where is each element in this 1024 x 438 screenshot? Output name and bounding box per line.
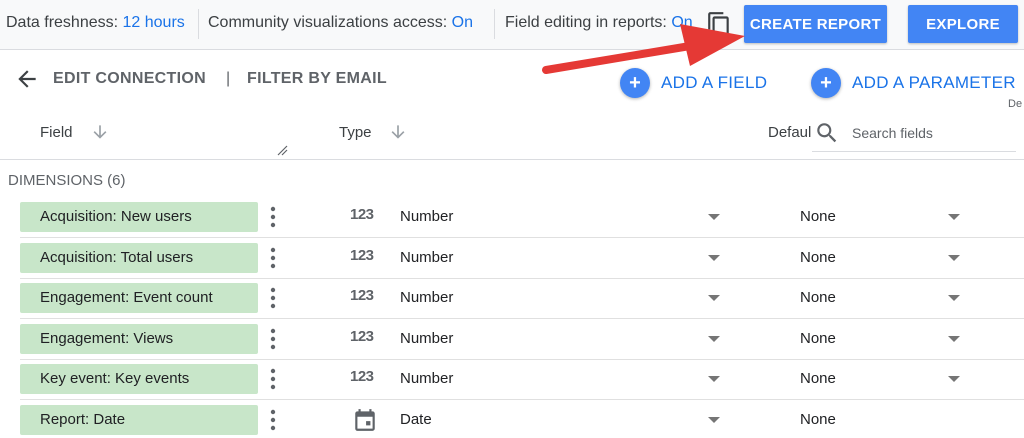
calendar-icon [355,408,375,431]
explore-button[interactable]: EXPLORE [908,5,1018,43]
default-aggregation-select[interactable]: None [800,249,836,266]
number-type-icon: 123 [350,287,374,304]
type-dropdown-caret-icon[interactable] [708,335,720,342]
default-aggregation-select[interactable]: None [800,411,836,428]
data-freshness-label: Data freshness: [6,14,119,31]
default-aggregation-select[interactable]: None [800,330,836,347]
number-type-icon: 123 [350,206,374,223]
field-chip[interactable]: Acquisition: New users [20,202,258,232]
column-default-title[interactable]: Defaul [768,124,814,141]
type-dropdown-caret-icon[interactable] [708,376,720,382]
toolbar-separator: | [226,70,231,87]
table-row: Acquisition: Total users 123 Number None [0,239,1024,279]
data-freshness-value[interactable]: 12 hours [123,14,185,31]
type-select[interactable]: Number [400,289,453,306]
field-chip[interactable]: Engagement: Views [20,323,258,354]
default-dropdown-caret-icon[interactable] [948,376,960,382]
type-select[interactable]: Number [400,249,453,266]
table-row: Engagement: Event count 123 Number None [0,279,1024,319]
table-row: Acquisition: New users 123 Number None [0,198,1024,238]
default-dropdown-caret-icon[interactable] [948,214,960,220]
more-vert-icon[interactable] [264,366,282,392]
field-chip[interactable]: Engagement: Event count [20,283,258,313]
add-parameter-plus-icon[interactable]: + [811,68,841,98]
number-type-icon: 123 [350,368,374,385]
search-fields [812,116,1016,152]
field-chip[interactable]: Report: Date [20,404,258,435]
red-annotation-arrow [542,24,745,74]
more-vert-icon[interactable] [264,285,282,311]
dimensions-section-label: DIMENSIONS (6) [8,172,126,189]
divider [198,9,199,39]
filter-by-email-link[interactable]: FILTER BY EMAIL [247,70,387,88]
community-visualizations-access[interactable]: Community visualizations access: On [208,14,473,32]
more-vert-icon[interactable] [264,245,282,271]
sort-down-arrow-icon[interactable] [388,122,408,142]
search-input[interactable] [852,121,1012,145]
type-dropdown-caret-icon[interactable] [708,214,720,220]
number-type-icon: 123 [350,246,374,264]
default-aggregation-select[interactable]: None [800,370,836,387]
column-field-title[interactable]: Field [40,124,73,141]
table-row: Report: Date Date None [0,401,1024,438]
type-dropdown-caret-icon[interactable] [708,254,720,261]
data-freshness[interactable]: Data freshness: 12 hours [6,14,185,32]
table-row: Engagement: Views 123 Number None [0,320,1024,360]
type-select[interactable]: Number [400,208,453,225]
field-chip[interactable]: Acquisition: Total users [20,242,258,273]
type-dropdown-caret-icon[interactable] [708,295,720,301]
add-parameter-button[interactable]: ADD A PARAMETER [852,73,1016,93]
create-report-button[interactable]: CREATE REPORT [744,5,887,43]
default-dropdown-caret-icon[interactable] [948,254,960,261]
divider [494,9,495,39]
sort-down-arrow-icon[interactable] [90,122,110,142]
resize-handle-icon[interactable] [276,144,288,156]
more-vert-icon[interactable] [264,326,282,352]
community-access-label: Community visualizations access: [208,14,448,31]
type-select[interactable]: Date [400,411,432,428]
default-dropdown-caret-icon[interactable] [948,335,960,342]
more-vert-icon[interactable] [264,407,282,433]
default-aggregation-select[interactable]: None [800,208,836,225]
edit-connection-link[interactable]: EDIT CONNECTION [53,70,206,88]
back-arrow-icon[interactable] [14,66,40,92]
search-icon [817,123,837,143]
column-header-row: Field Type Defaul [0,108,1024,160]
top-info-bar: Data freshness: 12 hours Community visua… [0,0,1024,50]
table-row: Key event: Key events 123 Number None [0,360,1024,400]
column-type-title[interactable]: Type [339,124,372,141]
number-type-icon: 123 [350,327,374,345]
type-dropdown-caret-icon[interactable] [708,416,720,423]
type-select[interactable]: Number [400,370,453,387]
type-select[interactable]: Number [400,330,453,347]
default-aggregation-select[interactable]: None [800,289,836,306]
field-chip[interactable]: Key event: Key events [20,364,258,394]
community-access-value[interactable]: On [452,14,473,31]
default-dropdown-caret-icon[interactable] [948,295,960,301]
more-vert-icon[interactable] [264,204,282,230]
